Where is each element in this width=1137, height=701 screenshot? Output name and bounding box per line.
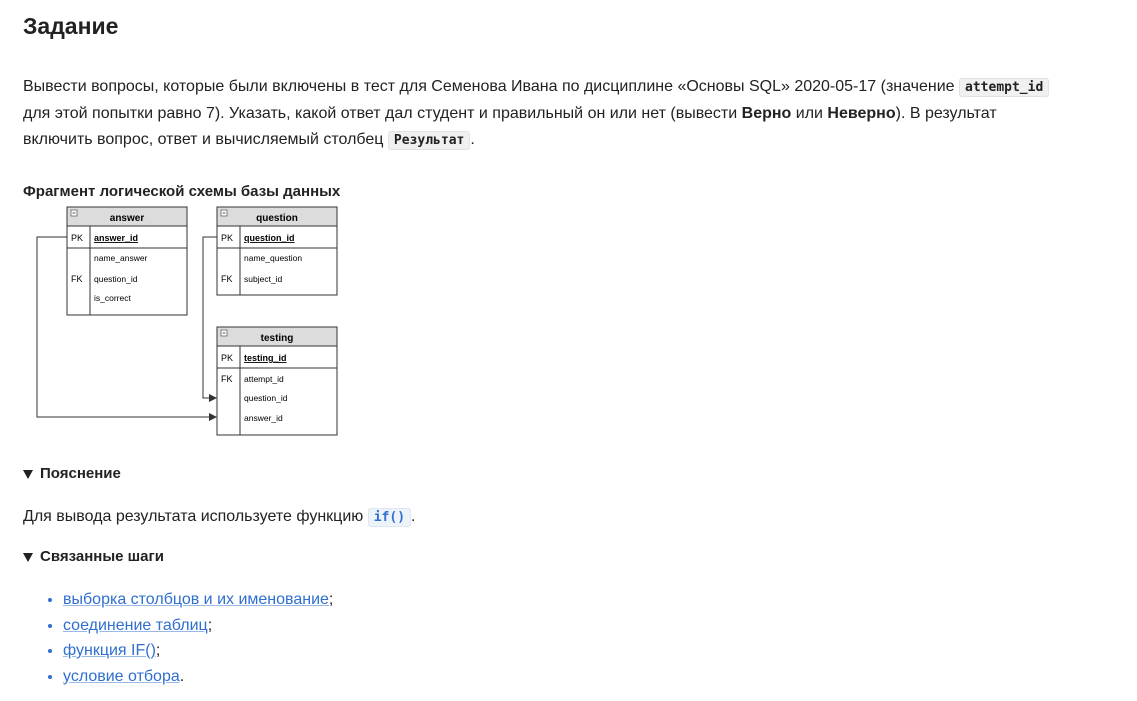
table-answer: answer PK answer_id name_answer FK quest…	[66, 206, 188, 316]
table-name-question: question	[256, 213, 298, 224]
explanation-toggle[interactable]: Пояснение	[23, 463, 121, 485]
field-answer-question-id: question_id	[94, 274, 138, 284]
fk-label-answer: FK	[71, 274, 83, 284]
triangle-down-icon	[23, 469, 33, 479]
related-summary: Связанные шаги	[40, 548, 164, 565]
list-item: условие отбора.	[63, 664, 333, 690]
pk-label-answer: PK	[71, 233, 83, 243]
task-text-2: для этой попытки равно 7). Указать, како…	[23, 105, 742, 122]
task-text-1: Вывести вопросы, которые были включены в…	[23, 78, 960, 95]
field-testing-question-id: question_id	[244, 393, 288, 403]
code-result: Результат	[387, 131, 471, 150]
list-item: выборка столбцов и их именование;	[63, 587, 333, 613]
table-question: question PK question_id name_question FK…	[216, 206, 338, 296]
field-testing-answer-id: answer_id	[244, 413, 283, 423]
related-steps-list: выборка столбцов и их именование; соедин…	[23, 587, 333, 689]
explanation-body: Для вывода результата используете функци…	[23, 508, 368, 525]
list-item: соединение таблиц;	[63, 613, 333, 639]
task-description: Вывести вопросы, которые были включены в…	[23, 74, 1053, 154]
list-item-end: ;	[207, 616, 213, 634]
link-select-columns[interactable]: выборка столбцов и их именование	[63, 591, 329, 608]
link-where-condition[interactable]: условие отбора	[63, 668, 180, 685]
list-item-end: .	[179, 667, 185, 685]
code-attempt-id: attempt_id	[959, 78, 1050, 97]
table-testing: testing PK testing_id FK attempt_id ques…	[216, 326, 338, 436]
link-join-tables[interactable]: соединение таблиц	[63, 617, 208, 634]
task-text-5: .	[470, 131, 475, 148]
table-name-answer: answer	[110, 213, 145, 224]
code-if: if()	[367, 508, 412, 527]
triangle-down-icon	[23, 552, 33, 562]
pk-field-question: question_id	[244, 233, 295, 243]
explanation-end: .	[411, 508, 416, 525]
field-testing-attempt-id: attempt_id	[244, 374, 284, 384]
fk-label-testing: FK	[221, 374, 233, 384]
field-question-subject-id: subject_id	[244, 274, 283, 284]
pk-label-testing: PK	[221, 353, 233, 363]
database-schema-diagram: answer PK answer_id name_answer FK quest…	[36, 206, 338, 436]
pk-field-testing: testing_id	[244, 353, 287, 363]
field-answer-is-correct: is_correct	[94, 293, 131, 303]
fk-label-question: FK	[221, 274, 233, 284]
list-item-end: ;	[155, 642, 161, 659]
task-text-3: или	[791, 105, 828, 122]
explanation-text: Для вывода результата используете функци…	[23, 504, 415, 531]
link-if-function[interactable]: функция IF()	[63, 642, 156, 659]
list-item-end: ;	[328, 591, 334, 608]
relation-question-testing	[202, 236, 217, 402]
list-item: функция IF();	[63, 638, 333, 664]
page-title: Задание	[23, 13, 119, 39]
table-name-testing: testing	[261, 333, 294, 344]
explanation-summary: Пояснение	[40, 465, 121, 482]
bold-correct: Верно	[741, 105, 792, 122]
field-question-name-question: name_question	[244, 253, 302, 263]
bold-incorrect: Неверно	[827, 105, 896, 122]
related-steps-toggle[interactable]: Связанные шаги	[23, 546, 164, 568]
pk-label-question: PK	[221, 233, 233, 243]
pk-field-answer: answer_id	[94, 233, 138, 243]
field-answer-name-answer: name_answer	[94, 253, 148, 263]
